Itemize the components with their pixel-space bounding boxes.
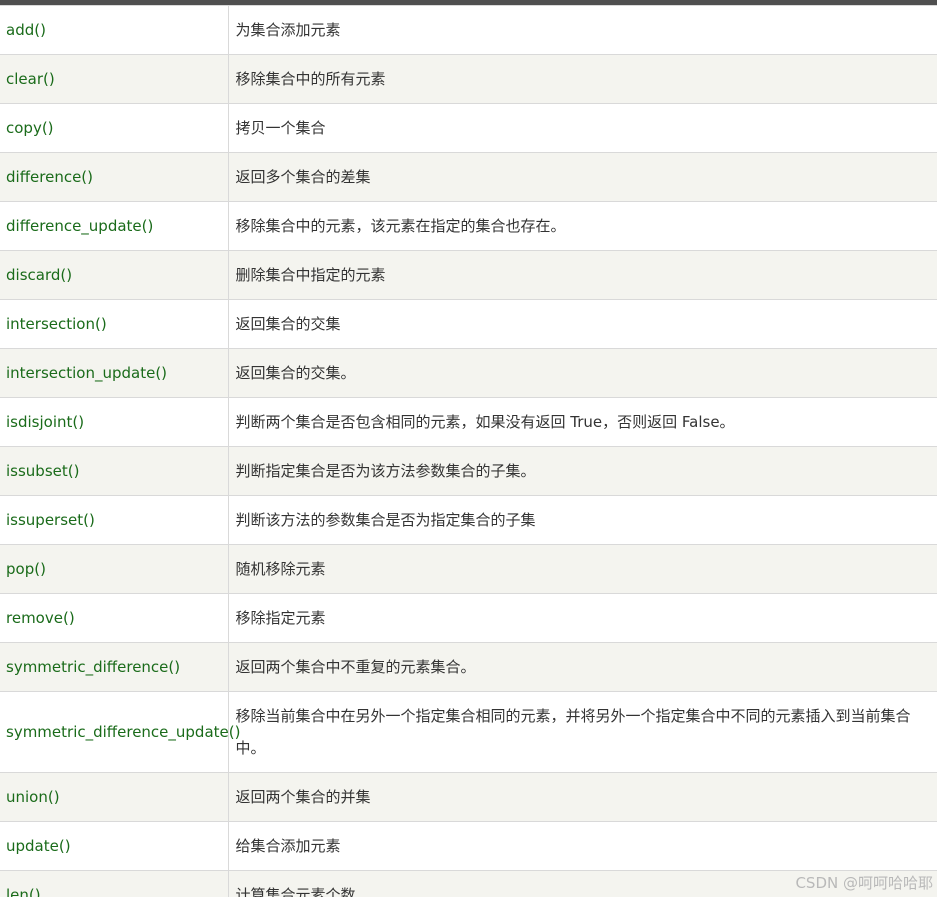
method-description: 判断两个集合是否包含相同的元素，如果没有返回 True，否则返回 False。 bbox=[228, 397, 937, 447]
table-row: intersection_update() 返回集合的交集。 bbox=[0, 348, 937, 398]
method-description: 判断指定集合是否为该方法参数集合的子集。 bbox=[228, 446, 937, 496]
method-name: issuperset() bbox=[0, 495, 229, 545]
method-description: 拷贝一个集合 bbox=[228, 103, 937, 153]
table-row: symmetric_difference() 返回两个集合中不重复的元素集合。 bbox=[0, 642, 937, 692]
table-row: pop() 随机移除元素 bbox=[0, 544, 937, 594]
page: add() 为集合添加元素 clear() 移除集合中的所有元素 copy() … bbox=[0, 0, 937, 897]
table-row: update() 给集合添加元素 bbox=[0, 821, 937, 871]
table-row: difference_update() 移除集合中的元素，该元素在指定的集合也存… bbox=[0, 201, 937, 251]
table-row: discard() 删除集合中指定的元素 bbox=[0, 250, 937, 300]
method-name: update() bbox=[0, 821, 229, 871]
method-description: 返回两个集合中不重复的元素集合。 bbox=[228, 642, 937, 692]
table-row: issuperset() 判断该方法的参数集合是否为指定集合的子集 bbox=[0, 495, 937, 545]
method-name: intersection() bbox=[0, 299, 229, 349]
method-name: discard() bbox=[0, 250, 229, 300]
method-name: copy() bbox=[0, 103, 229, 153]
table-row: isdisjoint() 判断两个集合是否包含相同的元素，如果没有返回 True… bbox=[0, 397, 937, 447]
method-description: 为集合添加元素 bbox=[228, 5, 937, 55]
method-name: issubset() bbox=[0, 446, 229, 496]
table-row: copy() 拷贝一个集合 bbox=[0, 103, 937, 153]
method-name: difference() bbox=[0, 152, 229, 202]
table-row: difference() 返回多个集合的差集 bbox=[0, 152, 937, 202]
method-name: symmetric_difference() bbox=[0, 642, 229, 692]
table-row: remove() 移除指定元素 bbox=[0, 593, 937, 643]
method-name: union() bbox=[0, 772, 229, 822]
method-description: 判断该方法的参数集合是否为指定集合的子集 bbox=[228, 495, 937, 545]
method-name: remove() bbox=[0, 593, 229, 643]
csdn-watermark: CSDN @呵呵哈哈耶 bbox=[795, 874, 933, 892]
method-name: symmetric_difference_update() bbox=[0, 691, 240, 773]
method-name: pop() bbox=[0, 544, 229, 594]
method-description: 返回集合的交集 bbox=[228, 299, 937, 349]
method-description: 移除当前集合中在另外一个指定集合相同的元素，并将另外一个指定集合中不同的元素插入… bbox=[228, 691, 937, 773]
method-description: 给集合添加元素 bbox=[228, 821, 937, 871]
method-description: 移除集合中的元素，该元素在指定的集合也存在。 bbox=[228, 201, 937, 251]
table-row: add() 为集合添加元素 bbox=[0, 5, 937, 55]
set-methods-table: add() 为集合添加元素 clear() 移除集合中的所有元素 copy() … bbox=[0, 5, 937, 897]
method-description: 返回两个集合的并集 bbox=[228, 772, 937, 822]
table-row: issubset() 判断指定集合是否为该方法参数集合的子集。 bbox=[0, 446, 937, 496]
table-row: symmetric_difference_update() 移除当前集合中在另外… bbox=[0, 691, 937, 773]
table-row: union() 返回两个集合的并集 bbox=[0, 772, 937, 822]
method-name: len() bbox=[0, 870, 229, 897]
method-description: 移除集合中的所有元素 bbox=[228, 54, 937, 104]
method-description: 移除指定元素 bbox=[228, 593, 937, 643]
table-row: clear() 移除集合中的所有元素 bbox=[0, 54, 937, 104]
method-name: difference_update() bbox=[0, 201, 229, 251]
method-description: 返回多个集合的差集 bbox=[228, 152, 937, 202]
method-description: 随机移除元素 bbox=[228, 544, 937, 594]
method-name: isdisjoint() bbox=[0, 397, 229, 447]
method-description: 删除集合中指定的元素 bbox=[228, 250, 937, 300]
method-name: clear() bbox=[0, 54, 229, 104]
method-name: add() bbox=[0, 5, 229, 55]
method-description: 返回集合的交集。 bbox=[228, 348, 937, 398]
method-name: intersection_update() bbox=[0, 348, 229, 398]
table-row: intersection() 返回集合的交集 bbox=[0, 299, 937, 349]
